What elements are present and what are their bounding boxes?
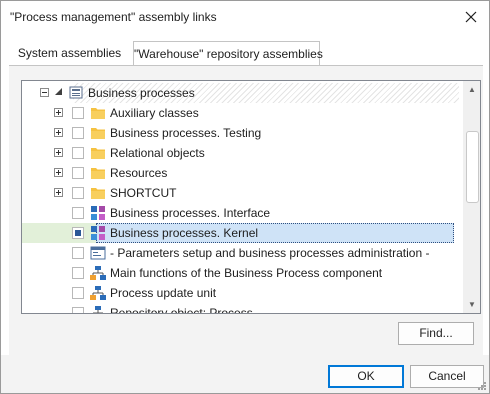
title-bar: "Process management" assembly links bbox=[1, 1, 489, 32]
tab-system-assemblies[interactable]: System assemblies bbox=[11, 43, 128, 66]
scroll-down-icon[interactable]: ▼ bbox=[464, 296, 480, 313]
item-checkbox[interactable] bbox=[72, 167, 84, 179]
tree-item[interactable]: Business processes. Interface bbox=[22, 203, 457, 223]
item-checkbox[interactable] bbox=[72, 287, 84, 299]
expanded-triangle-icon bbox=[55, 88, 62, 95]
item-checkbox[interactable] bbox=[72, 267, 84, 279]
close-icon[interactable] bbox=[461, 7, 481, 27]
item-checkbox[interactable] bbox=[72, 247, 84, 259]
find-button[interactable]: Find... bbox=[398, 322, 474, 345]
folder-icon bbox=[91, 168, 105, 179]
process-icon bbox=[90, 266, 106, 280]
tree-item-label: Relational objects bbox=[110, 146, 205, 160]
tab-panel: Business processes Auxiliary classes Bus… bbox=[9, 65, 483, 355]
folder-icon bbox=[91, 188, 105, 199]
cancel-button[interactable]: Cancel bbox=[410, 365, 484, 388]
resize-grip-icon[interactable] bbox=[477, 381, 487, 391]
item-checkbox-checked[interactable] bbox=[72, 227, 84, 239]
expand-icon[interactable] bbox=[54, 168, 63, 177]
tree-item-label: Business processes. Interface bbox=[110, 206, 271, 220]
tree-root-row[interactable]: Business processes bbox=[22, 83, 459, 103]
assembly-tree[interactable]: Business processes Auxiliary classes Bus… bbox=[21, 80, 481, 314]
process-icon bbox=[93, 306, 103, 313]
tab-label: "Warehouse" repository assemblies bbox=[134, 47, 323, 61]
tree-item-label: Process update unit bbox=[110, 286, 217, 300]
expand-icon[interactable] bbox=[54, 108, 63, 117]
process-icon bbox=[90, 286, 106, 300]
item-checkbox[interactable] bbox=[72, 187, 84, 199]
dialog-window: "Process management" assembly links Syst… bbox=[0, 0, 490, 394]
tree-item-label: SHORTCUT bbox=[110, 186, 177, 200]
folder-icon bbox=[91, 108, 105, 119]
tree-item[interactable]: Main functions of the Business Process c… bbox=[22, 263, 457, 283]
tree-item-label: Auxiliary classes bbox=[110, 106, 199, 120]
window-title: "Process management" assembly links bbox=[10, 10, 217, 24]
tree-item-selected[interactable]: Business processes. Kernel bbox=[22, 223, 457, 243]
form-icon bbox=[90, 246, 106, 260]
tree-item[interactable]: Business processes. Testing bbox=[22, 123, 457, 143]
tree-item-label: Main functions of the Business Process c… bbox=[110, 266, 383, 280]
assembly-icon bbox=[91, 226, 105, 240]
tree-item-label: Repository object: Process bbox=[110, 306, 253, 314]
item-checkbox[interactable] bbox=[72, 107, 84, 119]
expand-icon[interactable] bbox=[54, 188, 63, 197]
tree-item[interactable]: Relational objects bbox=[22, 143, 457, 163]
expand-icon[interactable] bbox=[54, 148, 63, 157]
expand-icon[interactable] bbox=[54, 128, 63, 137]
ok-button[interactable]: OK bbox=[328, 365, 404, 388]
tab-repository-assemblies[interactable]: "Warehouse" repository assemblies bbox=[133, 41, 323, 66]
tree-item-label: Business processes. Testing bbox=[110, 126, 262, 140]
selection-band bbox=[22, 223, 96, 243]
tree-item-label: Resources bbox=[110, 166, 168, 180]
tree-item-label: - Parameters setup and business processe… bbox=[110, 246, 430, 260]
item-checkbox[interactable] bbox=[72, 127, 84, 139]
item-checkbox[interactable] bbox=[72, 207, 84, 219]
tree-item[interactable]: Process update unit bbox=[22, 283, 457, 303]
scroll-thumb[interactable] bbox=[466, 131, 479, 203]
folder-icon bbox=[91, 128, 105, 139]
repository-icon bbox=[69, 86, 83, 99]
tab-label: System assemblies bbox=[17, 46, 122, 60]
item-checkbox[interactable] bbox=[72, 307, 84, 313]
folder-icon bbox=[91, 148, 105, 159]
collapse-icon[interactable] bbox=[40, 88, 49, 97]
scroll-up-icon[interactable]: ▲ bbox=[464, 81, 480, 98]
vertical-scrollbar[interactable]: ▲ ▼ bbox=[463, 81, 480, 313]
tree-root-label: Business processes bbox=[88, 86, 195, 100]
tree-item[interactable]: - Parameters setup and business processe… bbox=[22, 243, 457, 263]
tree-item-label: Business processes. Kernel bbox=[110, 226, 259, 240]
tree-item[interactable]: Resources bbox=[22, 163, 457, 183]
assembly-icon bbox=[91, 206, 105, 220]
item-checkbox[interactable] bbox=[72, 147, 84, 159]
tree-item[interactable]: SHORTCUT bbox=[22, 183, 457, 203]
tree-item[interactable]: Auxiliary classes bbox=[22, 103, 457, 123]
tree-item[interactable]: Repository object: Process bbox=[22, 303, 457, 314]
